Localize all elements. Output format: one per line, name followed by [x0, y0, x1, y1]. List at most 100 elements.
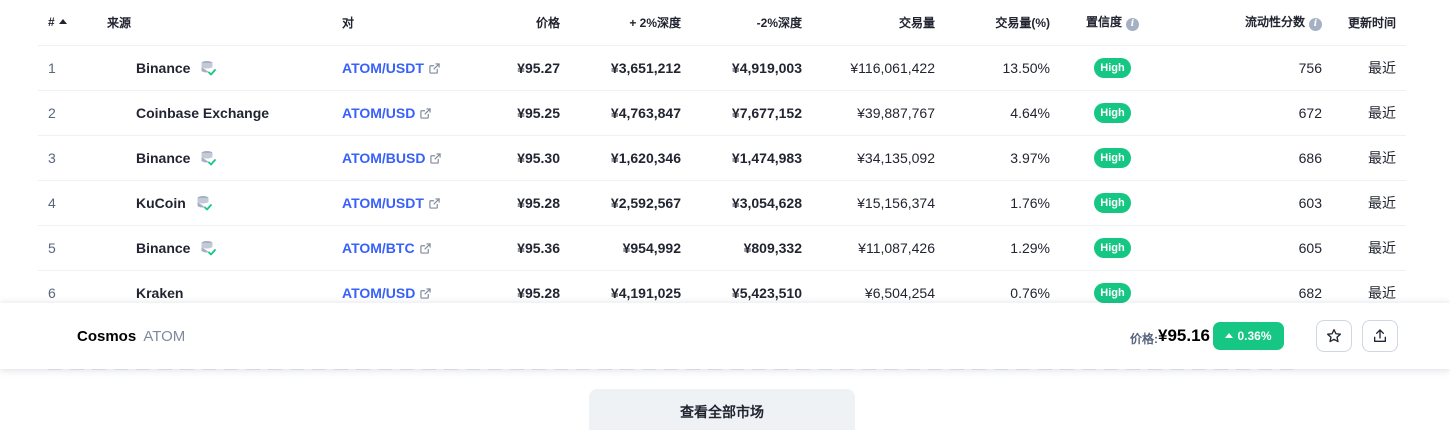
pair-cell[interactable]: ATOM/BUSD: [342, 135, 462, 181]
database-verified-icon: [201, 240, 217, 255]
header-price[interactable]: 价格: [462, 0, 560, 46]
star-icon: [1327, 329, 1341, 343]
updated-cell: 最近: [1322, 45, 1406, 91]
depth-minus-cell: ¥4,919,003: [681, 45, 802, 91]
sort-asc-icon: [58, 19, 67, 25]
updated-cell: 最近: [1322, 90, 1406, 136]
markets-table: # 来源 对 价格 + 2%深度 -2%深度 交易量 交易量(%) 置信度 i 流…: [38, 0, 1406, 316]
header-depth-minus[interactable]: -2%深度: [681, 0, 802, 46]
price-cell: ¥95.25: [462, 90, 560, 136]
exchange-cell[interactable]: Binance: [102, 135, 342, 181]
depth-plus-cell: ¥1,620,346: [560, 135, 681, 181]
volume-pct-cell: 13.50%: [935, 45, 1050, 91]
volume-cell: ¥116,061,422: [802, 45, 935, 91]
pair-cell[interactable]: ATOM/BTC: [342, 225, 462, 271]
liquidity-cell: 605: [1175, 225, 1322, 271]
row-rank: 3: [38, 135, 102, 181]
pair-cell[interactable]: ATOM/USDT: [342, 180, 462, 226]
exchange-name[interactable]: Binance: [136, 150, 190, 166]
pair-link[interactable]: ATOM/USDT: [342, 195, 424, 211]
price-cell: ¥95.28: [462, 180, 560, 226]
table-row[interactable]: 4 KuCoin ATOM/USDT ¥95.28 ¥2,592,567 ¥3,054,6…: [38, 180, 1406, 226]
view-all-markets-button[interactable]: 查看全部市场: [589, 389, 855, 430]
share-button[interactable]: [1362, 320, 1398, 352]
exchange-name[interactable]: Binance: [136, 240, 190, 256]
header-confidence[interactable]: 置信度 i: [1050, 0, 1175, 46]
table-header-row: # 来源 对 价格 + 2%深度 -2%深度 交易量 交易量(%) 置信度 i 流…: [38, 0, 1406, 46]
table-row[interactable]: 3 Binance ATOM/BUSD ¥95.30 ¥1,620,346 ¥1,474,…: [38, 135, 1406, 181]
liquidity-cell: 686: [1175, 135, 1322, 181]
volume-cell: ¥15,156,374: [802, 180, 935, 226]
coin-title: Cosmos ATOM: [77, 328, 185, 345]
depth-plus-cell: ¥4,763,847: [560, 90, 681, 136]
pair-link[interactable]: ATOM/BUSD: [342, 150, 425, 166]
current-price: ¥95.16: [1158, 326, 1210, 345]
confidence-cell: High: [1050, 225, 1175, 271]
price-cell: ¥95.30: [462, 135, 560, 181]
header-depth-plus[interactable]: + 2%深度: [560, 0, 681, 46]
volume-cell: ¥34,135,092: [802, 135, 935, 181]
pair-link[interactable]: ATOM/USD: [342, 105, 415, 121]
pair-cell[interactable]: ATOM/USD: [342, 90, 462, 136]
liquidity-cell: 672: [1175, 90, 1322, 136]
header-volume-pct[interactable]: 交易量(%): [935, 0, 1050, 46]
header-rank[interactable]: #: [38, 0, 102, 46]
row-rank: 1: [38, 45, 102, 91]
updated-cell: 最近: [1322, 180, 1406, 226]
confidence-cell: High: [1050, 90, 1175, 136]
exchange-name[interactable]: Coinbase Exchange: [136, 105, 269, 121]
confidence-badge: High: [1094, 57, 1131, 78]
exchange-name[interactable]: KuCoin: [136, 195, 186, 211]
price-cell: ¥95.36: [462, 225, 560, 271]
database-verified-icon: [201, 150, 217, 165]
info-icon[interactable]: i: [1126, 18, 1139, 32]
table-row[interactable]: 2 Coinbase Exchange ATOM/USD ¥95.25 ¥4,763,8…: [38, 90, 1406, 136]
exchange-cell[interactable]: Binance: [102, 45, 342, 91]
info-icon[interactable]: i: [1309, 18, 1322, 32]
liquidity-cell: 603: [1175, 180, 1322, 226]
pair-cell[interactable]: ATOM/USDT: [342, 45, 462, 91]
header-pair[interactable]: 对: [342, 0, 462, 46]
updated-cell: 最近: [1322, 135, 1406, 181]
confidence-badge: High: [1094, 147, 1131, 168]
row-rank: 2: [38, 90, 102, 136]
price-change-badge: 0.36%: [1213, 322, 1284, 350]
pair-link[interactable]: ATOM/USDT: [342, 60, 424, 76]
row-rank: 4: [38, 180, 102, 226]
exchange-cell[interactable]: Coinbase Exchange: [102, 90, 342, 136]
volume-pct-cell: 3.97%: [935, 135, 1050, 181]
external-link-icon: [430, 152, 442, 164]
updated-cell: 最近: [1322, 225, 1406, 271]
liquidity-cell: 756: [1175, 45, 1322, 91]
exchange-name[interactable]: Kraken: [136, 285, 183, 301]
header-updated[interactable]: 更新时间: [1322, 0, 1406, 46]
pair-link[interactable]: ATOM/USD: [342, 285, 415, 301]
confidence-badge: High: [1094, 237, 1131, 258]
volume-cell: ¥11,087,426: [802, 225, 935, 271]
exchange-name[interactable]: Binance: [136, 60, 190, 76]
table-row[interactable]: 5 Binance ATOM/BTC ¥95.36 ¥954,992 ¥809,332 ¥1…: [38, 225, 1406, 271]
database-verified-icon: [197, 195, 212, 210]
exchange-cell[interactable]: Binance: [102, 225, 342, 271]
watchlist-star-button[interactable]: [1316, 320, 1352, 352]
confidence-badge: High: [1094, 102, 1131, 123]
confidence-cell: High: [1050, 45, 1175, 91]
exchange-cell[interactable]: KuCoin: [102, 180, 342, 226]
header-liquidity[interactable]: 流动性分数 i: [1175, 0, 1322, 46]
table-row[interactable]: 1 Binance ATOM/USDT ¥95.27 ¥3,651,212 ¥4,919,…: [38, 45, 1406, 91]
share-icon: [1374, 329, 1386, 342]
depth-plus-cell: ¥954,992: [560, 225, 681, 271]
header-source[interactable]: 来源: [102, 0, 342, 46]
header-volume[interactable]: 交易量: [802, 0, 935, 46]
confidence-badge: High: [1094, 192, 1131, 213]
row-rank: 5: [38, 225, 102, 271]
volume-pct-cell: 1.76%: [935, 180, 1050, 226]
external-link-icon: [429, 197, 440, 209]
confidence-badge: High: [1094, 282, 1131, 303]
pair-link[interactable]: ATOM/BTC: [342, 240, 415, 256]
table-body: 1 Binance ATOM/USDT ¥95.27 ¥3,651,212 ¥4,919,…: [38, 45, 1406, 316]
price-cell: ¥95.27: [462, 45, 560, 91]
volume-pct-cell: 1.29%: [935, 225, 1050, 271]
volume-pct-cell: 4.64%: [935, 90, 1050, 136]
caret-up-icon: [1225, 333, 1234, 338]
